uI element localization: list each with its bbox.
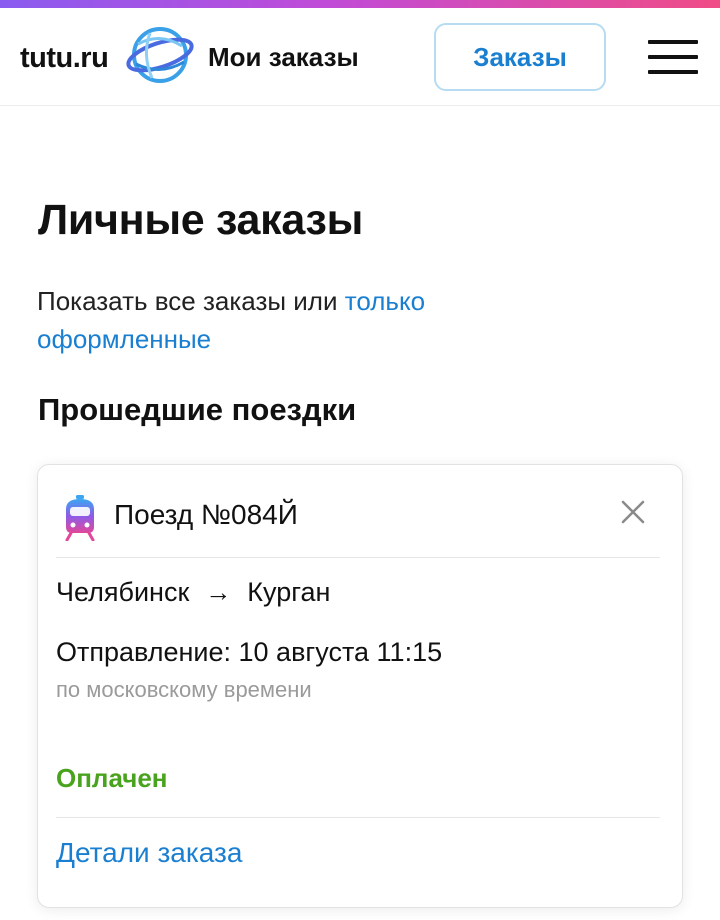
route: Челябинск → Курган	[56, 577, 330, 608]
top-accent-strip	[0, 0, 720, 8]
logo-text: tutu.ru	[20, 42, 109, 74]
page-title: Личные заказы	[38, 196, 364, 244]
hamburger-menu-icon[interactable]	[648, 40, 698, 74]
route-to: Курган	[247, 577, 331, 607]
close-icon[interactable]	[620, 499, 646, 525]
timezone-note: по московскому времени	[56, 677, 312, 702]
header-title: Мои заказы	[208, 42, 359, 72]
train-icon	[65, 495, 95, 541]
orders-button[interactable]: Заказы	[434, 23, 606, 91]
card-divider-bottom	[56, 817, 660, 818]
order-card: Поезд №084Й Челябинск → Курган Отправлен…	[37, 464, 683, 908]
status-badge: Оплачен	[56, 763, 168, 793]
route-from: Челябинск	[56, 577, 190, 607]
globe-logo-icon	[126, 27, 194, 83]
filter-prefix: Показать все заказы или	[37, 286, 345, 316]
train-name: Поезд №084Й	[114, 499, 298, 530]
tutu-logo[interactable]: tutu.ru	[20, 24, 200, 84]
section-title-past-trips: Прошедшие поездки	[38, 392, 357, 427]
order-details-link[interactable]: Детали заказа	[56, 837, 242, 869]
app-header: tutu.ru Мои заказы Заказы	[0, 8, 720, 106]
orders-filter: Показать все заказы или только оформленн…	[37, 282, 597, 358]
card-divider-top	[56, 557, 660, 558]
departure-time: Отправление: 10 августа 11:15	[56, 637, 443, 667]
route-arrow: →	[205, 577, 232, 607]
